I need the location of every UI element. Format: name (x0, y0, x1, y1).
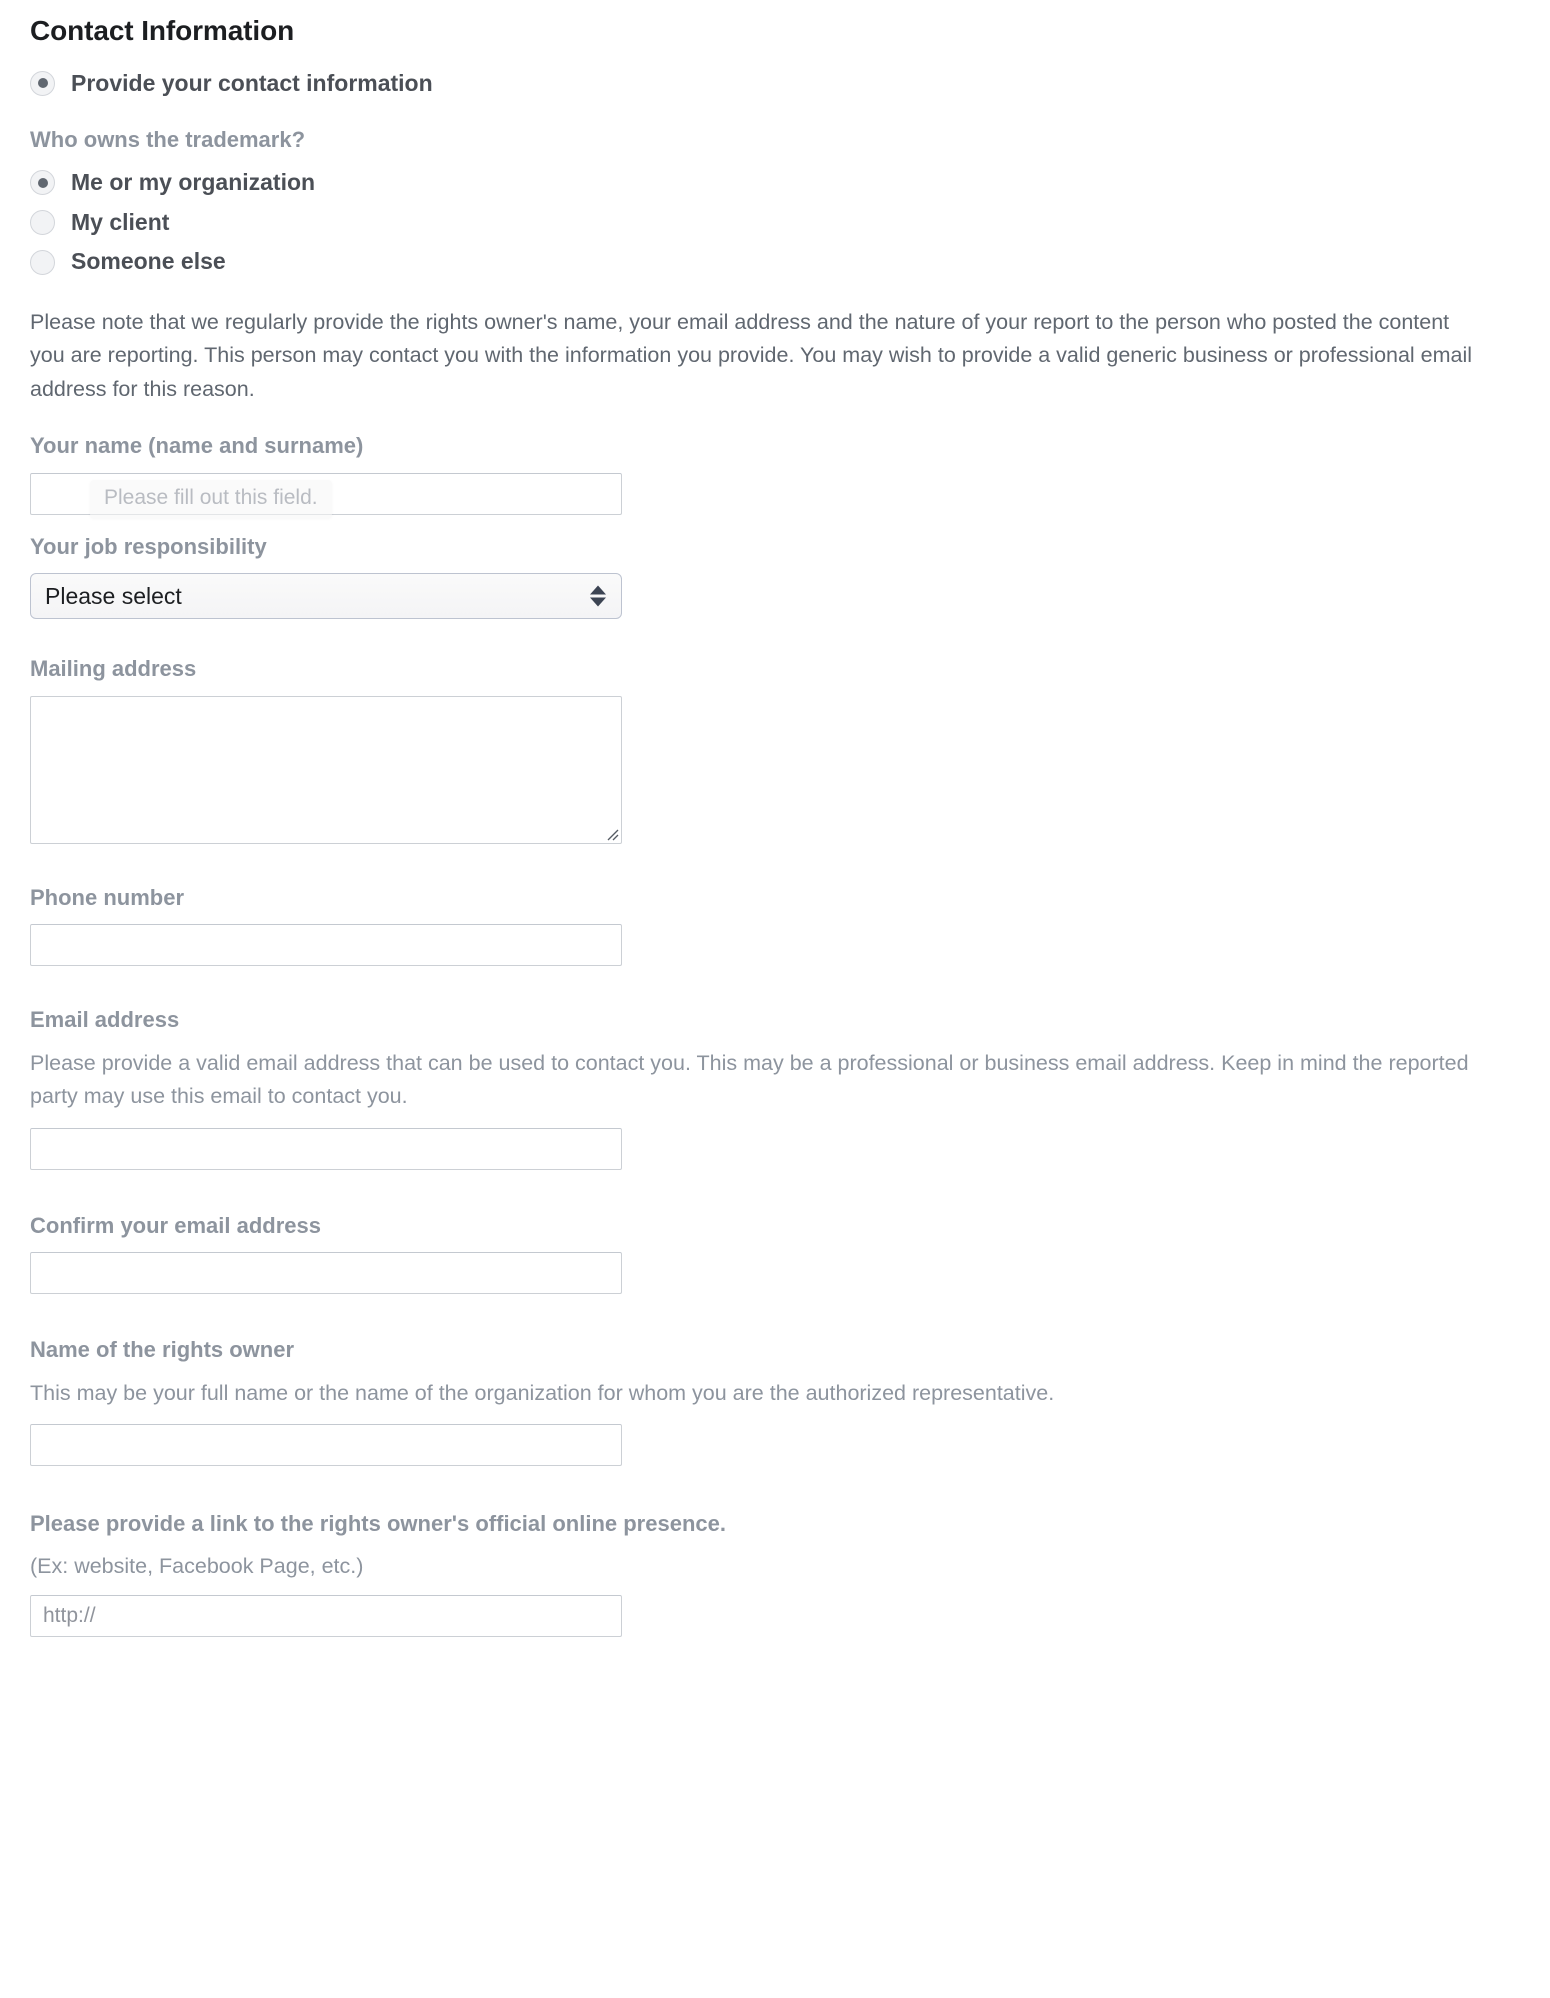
radio-someone-else[interactable]: Someone else (30, 248, 1520, 276)
email-address-help-text: Please provide a valid email address tha… (30, 1050, 1469, 1109)
mailing-address-label: Mailing address (30, 656, 197, 682)
phone-number-input[interactable] (30, 924, 622, 967)
radio-label-someone-else: Someone else (71, 248, 226, 275)
phone-number-label: Phone number (30, 884, 185, 910)
job-responsibility-field-group: Your job responsibility Please select (30, 533, 1520, 620)
radio-icon-my-client[interactable] (30, 210, 55, 236)
job-responsibility-selected-value: Please select (45, 582, 182, 609)
radio-provide-contact-information[interactable]: Provide your contact information (30, 70, 1520, 98)
rights-owner-name-help-text: This may be your full name or the name o… (30, 1380, 1055, 1405)
radio-label-me-or-my-organization: Me or my organization (71, 169, 316, 196)
confirm-email-field-group: Confirm your email address (30, 1212, 1520, 1295)
mailing-address-textarea[interactable] (30, 695, 622, 844)
phone-number-field-group: Phone number (30, 884, 1520, 967)
radio-icon-someone-else[interactable] (30, 249, 55, 275)
your-name-label: Your name (name and surname) (30, 432, 364, 458)
mailing-address-field-group: Mailing address (30, 655, 1520, 844)
radio-me-or-my-organization[interactable]: Me or my organization (30, 169, 1520, 197)
online-presence-field-group: Please provide a link to the rights owne… (30, 1510, 1520, 1637)
job-responsibility-select[interactable]: Please select (30, 573, 622, 620)
online-presence-input[interactable] (30, 1594, 622, 1637)
radio-label-my-client: My client (71, 208, 170, 235)
radio-label-provide-contact-information: Provide your contact information (71, 69, 433, 96)
your-name-field-group: Your name (name and surname) Please fill… (30, 432, 1520, 518)
radio-icon-provide-contact-information[interactable] (30, 70, 55, 96)
email-address-input[interactable] (30, 1127, 622, 1170)
email-address-field-group: Email address Please provide a valid ema… (30, 1006, 1520, 1170)
confirm-email-input[interactable] (30, 1252, 622, 1295)
trademark-owner-question: Who owns the trademark? (30, 127, 306, 153)
rights-owner-name-input[interactable] (30, 1424, 622, 1466)
trademark-owner-radio-group: Who owns the trademark? Me or my organiz… (30, 127, 1520, 276)
page-title: Contact Information (30, 15, 295, 46)
online-presence-label: Please provide a link to the rights owne… (30, 1511, 726, 1536)
privacy-notice-text: Please note that we regularly provide th… (30, 309, 1473, 401)
contact-information-form: Contact Information Provide your contact… (0, 0, 1550, 1998)
radio-icon-me-or-my-organization[interactable] (30, 170, 55, 196)
email-address-label: Email address (30, 1007, 180, 1033)
online-presence-help-text: (Ex: website, Facebook Page, etc.) (30, 1553, 364, 1578)
job-responsibility-label: Your job responsibility (30, 533, 267, 559)
rights-owner-name-field-group: Name of the rights owner This may be you… (30, 1336, 1520, 1466)
rights-owner-name-label: Name of the rights owner (30, 1337, 295, 1363)
confirm-email-label: Confirm your email address (30, 1212, 321, 1238)
validation-tooltip-your-name: Please fill out this field. (90, 479, 332, 518)
radio-my-client[interactable]: My client (30, 209, 1520, 237)
